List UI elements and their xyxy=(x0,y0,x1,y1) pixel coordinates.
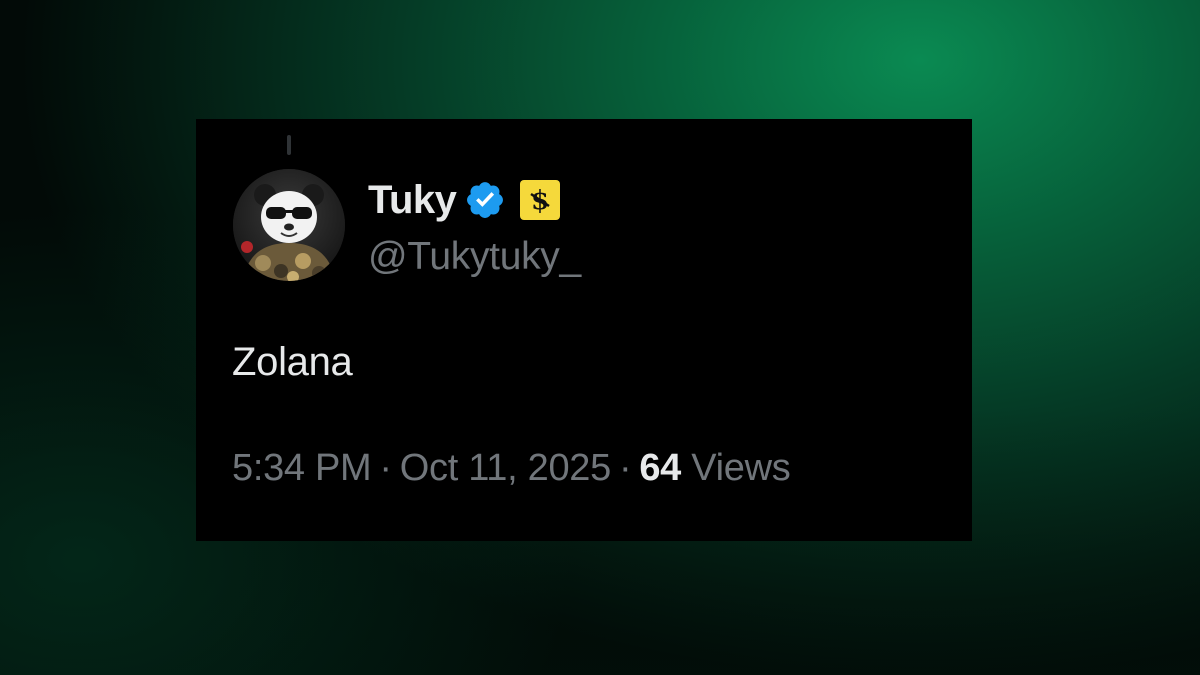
display-name[interactable]: Tuky xyxy=(368,176,457,224)
verified-badge-icon[interactable] xyxy=(464,179,506,221)
author-handle[interactable]: @Tukytuky_ xyxy=(368,233,581,281)
panda-avatar-icon xyxy=(233,169,345,281)
tweet-meta: 5:34 PM · Oct 11, 2025 · 64 Views xyxy=(232,444,791,492)
views-count[interactable]: 64 xyxy=(639,447,681,489)
thread-connector-line xyxy=(287,135,291,155)
tweet-card[interactable]: Tuky $ @Tukytuky_ Zolana 5:34 PM·Oct 11,… xyxy=(196,119,972,541)
author-name-row: Tuky $ xyxy=(368,176,561,224)
avatar[interactable] xyxy=(233,169,345,281)
views-label: Views xyxy=(691,447,791,489)
meta-separator: · xyxy=(379,447,392,489)
meta-separator: · xyxy=(618,447,632,489)
affiliate-badge-icon[interactable]: $ xyxy=(520,180,561,220)
tweet-date[interactable]: Oct 11, 2025 xyxy=(400,447,611,489)
tweet-text: Zolana xyxy=(232,340,353,384)
tweet-time[interactable]: 5:34 PM xyxy=(232,447,372,489)
